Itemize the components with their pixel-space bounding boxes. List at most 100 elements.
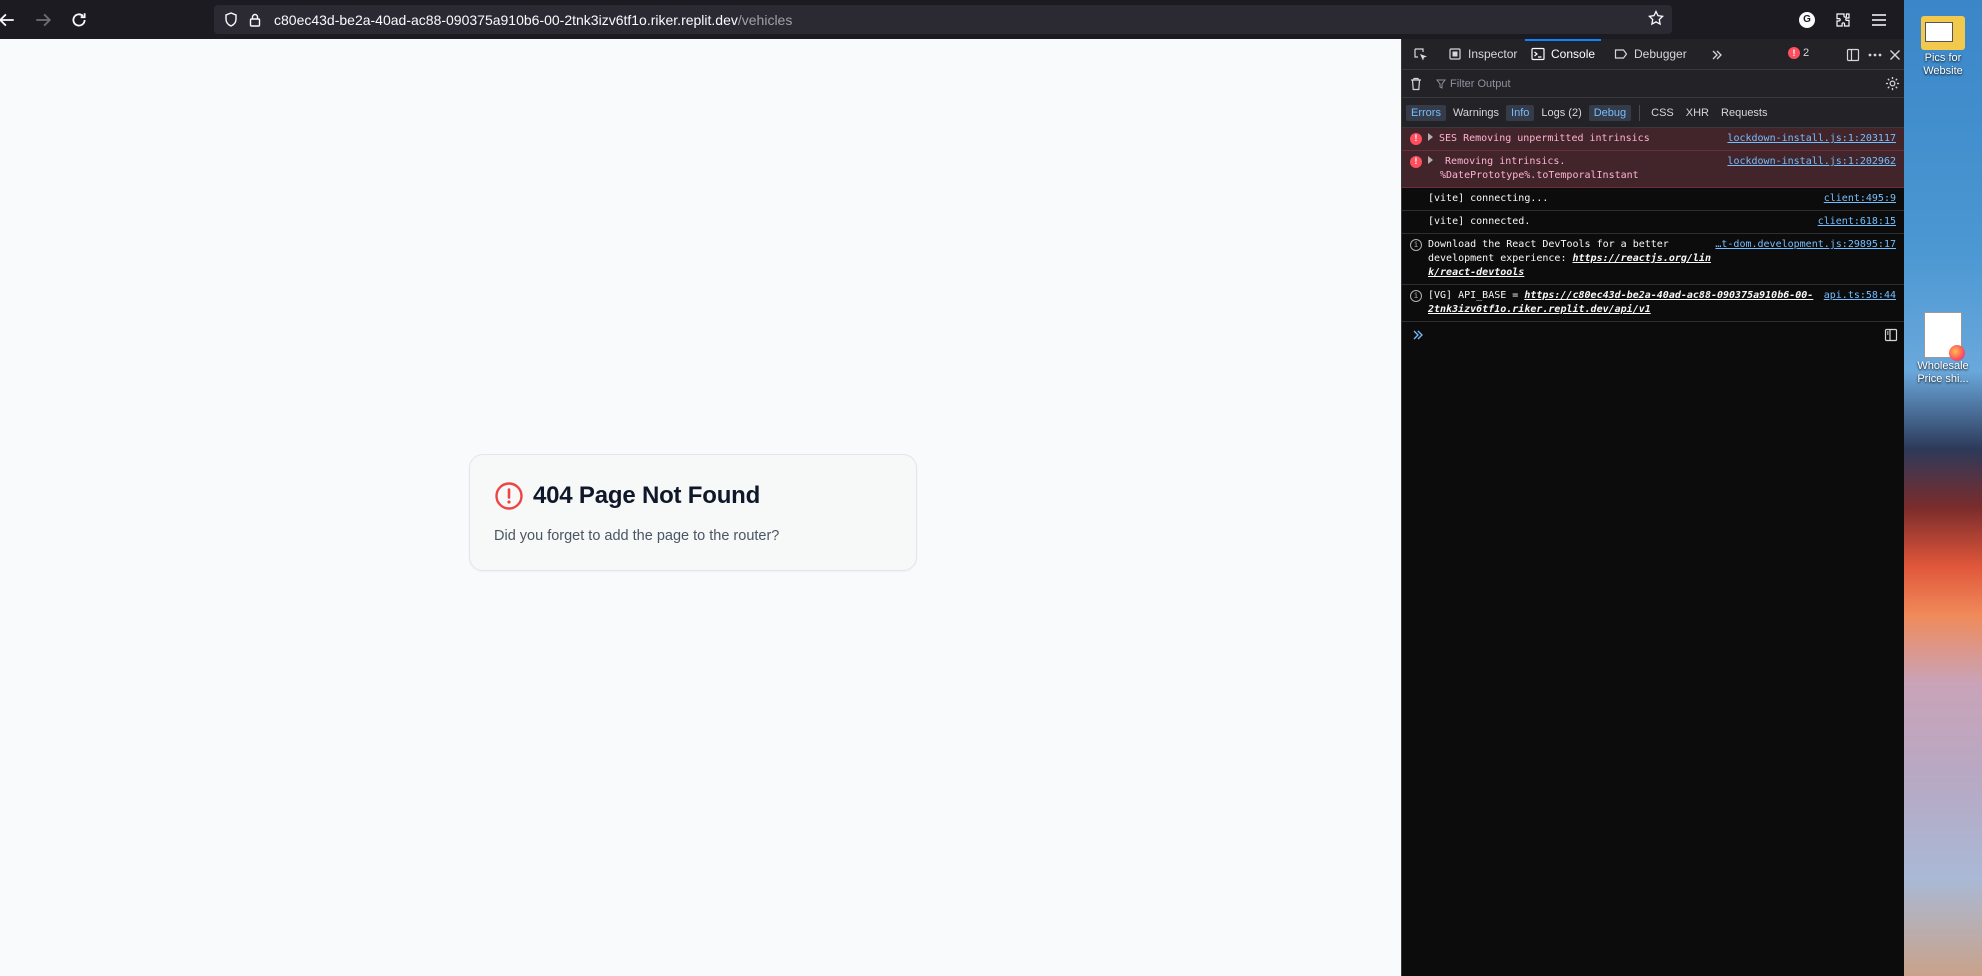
inspector-icon	[1449, 48, 1461, 60]
tab-console[interactable]: Console	[1525, 38, 1602, 70]
more-horizontal-icon	[1868, 53, 1882, 56]
close-icon	[1890, 49, 1900, 60]
address-bar[interactable]: c80ec43d-be2a-40ad-ac88-090375a910b6-00-…	[214, 5, 1672, 34]
not-found-header: 404 Page Not Found	[494, 481, 760, 511]
firefox-icon	[1949, 345, 1965, 361]
desktop-background: Pics for Website Wholesale Price shi...	[1904, 0, 1982, 976]
console-message-error[interactable]: ! SES Removing unpermitted intrinsics lo…	[1402, 128, 1904, 151]
expand-twisty-icon[interactable]	[1428, 133, 1433, 141]
pick-element-icon	[1414, 47, 1427, 60]
console-message-log[interactable]: [vite] connecting... client:495:9	[1402, 188, 1904, 211]
message-text: [vite] connecting...	[1428, 193, 1549, 204]
tab-console-label: Console	[1551, 47, 1596, 61]
filter-logs[interactable]: Logs (2)	[1536, 105, 1586, 121]
info-icon: i	[1410, 290, 1422, 302]
reload-icon	[72, 12, 86, 26]
clear-console-button[interactable]	[1402, 77, 1430, 91]
extension-g-button[interactable]: G	[1790, 0, 1824, 39]
console-input[interactable]	[1402, 322, 1904, 348]
element-picker-button[interactable]	[1410, 39, 1432, 70]
console-icon	[1531, 47, 1545, 61]
message-source-link[interactable]: lockdown-install.js:1:203117	[1727, 132, 1896, 146]
dock-layout-icon	[1846, 48, 1860, 61]
close-devtools-button[interactable]	[1884, 39, 1906, 70]
desktop-icon-wholesale-file[interactable]: Wholesale Price shi...	[1910, 312, 1976, 386]
error-icon: !	[1410, 156, 1422, 168]
back-button[interactable]	[0, 0, 26, 39]
message-source-link[interactable]: …t-dom.development.js:29895:17	[1715, 238, 1896, 252]
message-source-link[interactable]: client:495:9	[1824, 192, 1896, 206]
error-icon: !	[1410, 133, 1422, 145]
filter-output-input[interactable]: Filter Output	[1436, 78, 1511, 90]
lock-icon[interactable]	[246, 11, 264, 29]
console-settings-button[interactable]	[1885, 76, 1900, 96]
tab-debugger-label: Debugger	[1634, 47, 1687, 61]
arrow-right-icon	[36, 13, 52, 26]
extensions-button[interactable]	[1826, 0, 1860, 39]
g-extension-icon: G	[1799, 11, 1815, 28]
tab-debugger[interactable]: Debugger	[1608, 39, 1693, 70]
console-message-info[interactable]: i Download the React DevTools for a bett…	[1402, 234, 1904, 285]
filter-requests[interactable]: Requests	[1716, 105, 1772, 121]
info-icon: i	[1410, 239, 1422, 251]
console-filter-bar: Filter Output	[1402, 70, 1904, 98]
page-title: 404 Page Not Found	[533, 482, 761, 509]
gear-icon	[1885, 76, 1900, 91]
desktop-icon-label: Pics for Website	[1923, 52, 1963, 77]
filter-xhr[interactable]: XHR	[1681, 105, 1714, 121]
document-icon	[1924, 312, 1965, 361]
split-console-icon	[1884, 328, 1898, 342]
filter-errors[interactable]: Errors	[1406, 104, 1446, 121]
error-count-text: 2	[1803, 47, 1810, 59]
devtools-options-button[interactable]	[1864, 39, 1886, 70]
console-message-info[interactable]: i [VG] API_BASE = https://c80ec43d-be2a-…	[1402, 285, 1904, 322]
more-tabs-button[interactable]	[1706, 39, 1728, 70]
page-content: 404 Page Not Found Did you forget to add…	[0, 39, 1401, 976]
reload-button[interactable]	[60, 0, 98, 39]
filter-css[interactable]: CSS	[1646, 105, 1679, 121]
console-message-error[interactable]: ! Removing intrinsics. %DatePrototype%.t…	[1402, 151, 1904, 188]
bookmark-star-icon[interactable]	[1647, 9, 1665, 31]
filter-warnings[interactable]: Warnings	[1448, 105, 1504, 121]
folder-icon	[1921, 16, 1965, 50]
editor-mode-button[interactable]	[1884, 328, 1898, 345]
message-text: [VG] API_BASE =	[1428, 290, 1525, 301]
desktop-icon-pics-folder[interactable]: Pics for Website	[1910, 16, 1976, 78]
message-text: SES Removing unpermitted intrinsics	[1439, 133, 1650, 144]
message-source-link[interactable]: client:618:15	[1818, 215, 1896, 229]
filter-info[interactable]: Info	[1506, 104, 1535, 121]
devtools-tabbar: Inspector Console Debugger ! 2	[1402, 38, 1906, 70]
debugger-icon	[1614, 49, 1628, 59]
message-source-link[interactable]: lockdown-install.js:1:202962	[1727, 155, 1896, 169]
forward-button[interactable]	[24, 0, 62, 39]
desktop-icon-label: Wholesale Price shi...	[1917, 360, 1969, 385]
url-text[interactable]: c80ec43d-be2a-40ad-ac88-090375a910b6-00-…	[274, 12, 792, 28]
dock-side-button[interactable]	[1842, 39, 1864, 70]
tab-inspector-label: Inspector	[1468, 47, 1518, 61]
trash-icon	[1411, 77, 1421, 90]
double-chevron-right-icon	[1413, 330, 1423, 340]
app-menu-button[interactable]	[1862, 0, 1896, 39]
tab-inspector[interactable]: Inspector	[1442, 39, 1523, 70]
console-message-log[interactable]: [vite] connected. client:618:15	[1402, 211, 1904, 234]
message-text: Removing intrinsics.	[1445, 156, 1566, 167]
filter-divider	[1639, 104, 1641, 121]
alert-circle-icon	[495, 482, 523, 510]
console-messages: ! SES Removing unpermitted intrinsics lo…	[1402, 128, 1904, 348]
filter-placeholder: Filter Output	[1450, 77, 1511, 90]
message-source-link[interactable]: api.ts:58:44	[1824, 289, 1896, 303]
filter-debug[interactable]: Debug	[1588, 104, 1632, 121]
message-text-continued: %DatePrototype%.toTemporalInstant	[1440, 170, 1639, 181]
error-counter[interactable]: ! 2	[1788, 47, 1809, 59]
expand-twisty-icon[interactable]	[1428, 156, 1433, 164]
puzzle-icon	[1836, 12, 1850, 27]
message-text: [vite] connected.	[1428, 216, 1531, 227]
double-chevron-right-icon	[1712, 50, 1722, 59]
hamburger-menu-icon	[1872, 13, 1886, 26]
log-level-filters: Errors Warnings Info Logs (2) Debug CSS …	[1402, 98, 1904, 128]
shield-icon[interactable]	[222, 11, 240, 29]
not-found-message: Did you forget to add the page to the ro…	[494, 528, 780, 544]
filter-icon	[1436, 79, 1446, 89]
devtools-panel: Inspector Console Debugger ! 2 Filter Ou…	[1401, 38, 1906, 976]
arrow-left-icon	[0, 13, 14, 26]
